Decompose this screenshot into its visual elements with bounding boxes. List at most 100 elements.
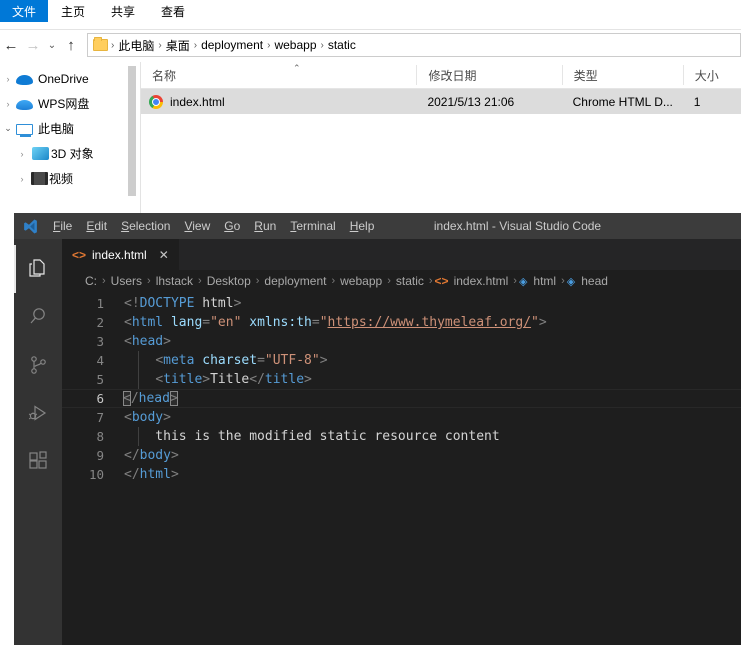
code-text: </html> xyxy=(124,467,179,482)
code-line[interactable]: 10 </html> xyxy=(62,465,741,484)
breadcrumb-users[interactable]: Users xyxy=(108,274,145,288)
breadcrumb-separator: › xyxy=(428,275,433,287)
tree-item-videos[interactable]: › 视频 xyxy=(0,166,140,191)
videos-icon xyxy=(31,172,48,185)
menu-terminal[interactable]: Terminal xyxy=(283,213,342,239)
menu-run[interactable]: Run xyxy=(247,213,283,239)
sort-ascending-caret-icon: ⌃ xyxy=(293,63,301,73)
breadcrumb-deployment[interactable]: deployment xyxy=(198,38,266,52)
close-icon[interactable]: ✕ xyxy=(159,248,169,262)
ribbon-tab-view[interactable]: 查看 xyxy=(148,0,198,22)
symbol-field-icon: ◈ xyxy=(566,275,576,288)
code-text: <html lang="en" xmlns:th="https://www.th… xyxy=(124,315,547,330)
chevron-right-icon[interactable]: › xyxy=(0,99,16,109)
file-name-label: index.html xyxy=(170,94,225,109)
run-debug-icon[interactable] xyxy=(14,389,62,437)
tree-item-this-pc[interactable]: ⌄ 此电脑 xyxy=(0,116,140,141)
code-line[interactable]: 9 </body> xyxy=(62,446,741,465)
code-line[interactable]: 2 <html lang="en" xmlns:th="https://www.… xyxy=(62,313,741,332)
menu-view[interactable]: View xyxy=(177,213,217,239)
column-header-size[interactable]: 大小 xyxy=(682,65,741,85)
tree-item-3d-objects[interactable]: › 3D 对象 xyxy=(0,141,140,166)
screen: 文件 主页 共享 查看 ← → ⌄ ↑ › 此电脑 › 桌面 › deploym… xyxy=(0,0,741,645)
activity-bar xyxy=(14,239,62,645)
tree-item-onedrive[interactable]: › OneDrive xyxy=(0,66,140,91)
tab-index-html[interactable]: <> index.html ✕ xyxy=(62,239,180,270)
line-number: 3 xyxy=(96,334,104,349)
source-control-icon[interactable] xyxy=(14,341,62,389)
code-line[interactable]: 7 <body> xyxy=(62,408,741,427)
line-number: 4 xyxy=(96,353,104,368)
forward-icon: → xyxy=(25,36,41,54)
breadcrumb-c-drive[interactable]: C: xyxy=(82,274,100,288)
breadcrumb-symbol-html[interactable]: html xyxy=(530,274,559,288)
breadcrumb-this-pc[interactable]: 此电脑 xyxy=(115,37,157,54)
column-header-name[interactable]: 名称 xyxy=(141,65,416,85)
breadcrumb-static[interactable]: static xyxy=(393,274,427,288)
breadcrumb-webapp[interactable]: webapp xyxy=(271,38,319,52)
chevron-down-icon[interactable]: ⌄ xyxy=(0,123,16,134)
code-line-active[interactable]: 6 </head> xyxy=(62,389,741,408)
symbol-field-icon: ◈ xyxy=(518,275,528,288)
code-line[interactable]: 4 <meta charset="UTF-8"> xyxy=(62,351,741,370)
tree-scrollbar-thumb[interactable] xyxy=(128,66,136,196)
chevron-right-icon[interactable]: › xyxy=(0,174,30,184)
breadcrumb-webapp[interactable]: webapp xyxy=(337,274,385,288)
line-number: 9 xyxy=(96,448,104,463)
editor-area: <> index.html ✕ C: › Users › lhstack › D… xyxy=(62,239,741,645)
chevron-right-icon[interactable]: › xyxy=(0,149,30,159)
column-header-row: 名称 修改日期 类型 大小 ⌃ xyxy=(141,62,741,89)
navigation-bar: ← → ⌄ ↑ › 此电脑 › 桌面 › deployment › webapp… xyxy=(0,30,741,60)
tree-item-wps-cloud[interactable]: › WPS网盘 xyxy=(0,91,140,116)
line-number: 7 xyxy=(96,410,104,425)
breadcrumb-separator: › xyxy=(331,275,336,287)
search-icon[interactable] xyxy=(14,293,62,341)
menu-help[interactable]: Help xyxy=(343,213,382,239)
menu-selection[interactable]: Selection xyxy=(114,213,177,239)
breadcrumb-symbol-head[interactable]: head xyxy=(578,274,611,288)
line-number: 2 xyxy=(96,315,104,330)
code-text: this is the modified static resource con… xyxy=(124,429,500,444)
extensions-icon[interactable] xyxy=(14,437,62,485)
this-pc-icon xyxy=(16,124,33,137)
explorer-icon[interactable] xyxy=(14,245,62,293)
tree-item-label: OneDrive xyxy=(38,71,89,86)
ribbon-tab-home[interactable]: 主页 xyxy=(48,0,98,22)
code-editor[interactable]: 1 <!DOCTYPE html> 2 <html lang="en" xmln… xyxy=(62,292,741,645)
ribbon-tab-share[interactable]: 共享 xyxy=(98,0,148,22)
indent-guide xyxy=(138,351,139,370)
breadcrumb-index-html[interactable]: index.html xyxy=(451,274,512,288)
back-icon[interactable]: ← xyxy=(0,32,22,58)
code-line[interactable]: 8 this is the modified static resource c… xyxy=(62,427,741,446)
breadcrumb-desktop[interactable]: 桌面 xyxy=(163,37,193,54)
file-name-cell[interactable]: index.html xyxy=(141,94,416,109)
breadcrumb-separator: › xyxy=(561,275,565,287)
column-header-type[interactable]: 类型 xyxy=(561,65,683,85)
breadcrumb-desktop[interactable]: Desktop xyxy=(204,274,254,288)
up-icon[interactable]: ↑ xyxy=(60,32,82,58)
chevron-right-icon[interactable]: › xyxy=(0,74,16,84)
code-line[interactable]: 5 <title>Title</title> xyxy=(62,370,741,389)
breadcrumb-separator: › xyxy=(255,275,260,287)
code-line[interactable]: 3 <head> xyxy=(62,332,741,351)
ribbon-tab-file[interactable]: 文件 xyxy=(0,0,48,22)
tree-item-label: WPS网盘 xyxy=(38,97,90,111)
tab-label: index.html xyxy=(92,247,147,262)
menu-edit[interactable]: Edit xyxy=(79,213,114,239)
vscode-title-bar: File Edit Selection View Go Run Terminal… xyxy=(14,213,741,239)
code-text: <meta charset="UTF-8"> xyxy=(155,353,328,368)
breadcrumb-deployment[interactable]: deployment xyxy=(261,274,329,288)
code-line[interactable]: 1 <!DOCTYPE html> xyxy=(62,294,741,313)
table-row[interactable]: index.html 2021/5/13 21:06 Chrome HTML D… xyxy=(141,89,741,114)
breadcrumb-static[interactable]: static xyxy=(325,38,359,52)
address-bar[interactable]: › 此电脑 › 桌面 › deployment › webapp › stati… xyxy=(87,33,741,57)
code-text: <title>Title</title> xyxy=(155,372,312,387)
column-header-date-modified[interactable]: 修改日期 xyxy=(416,65,561,85)
breadcrumb-lhstack[interactable]: lhstack xyxy=(153,274,196,288)
menu-file[interactable]: File xyxy=(46,213,79,239)
recent-locations-chevron-down-icon[interactable]: ⌄ xyxy=(44,32,60,58)
menu-go[interactable]: Go xyxy=(217,213,247,239)
html-tag-icon: <> xyxy=(434,274,449,288)
line-number: 5 xyxy=(96,372,104,387)
line-number: 10 xyxy=(88,467,104,482)
